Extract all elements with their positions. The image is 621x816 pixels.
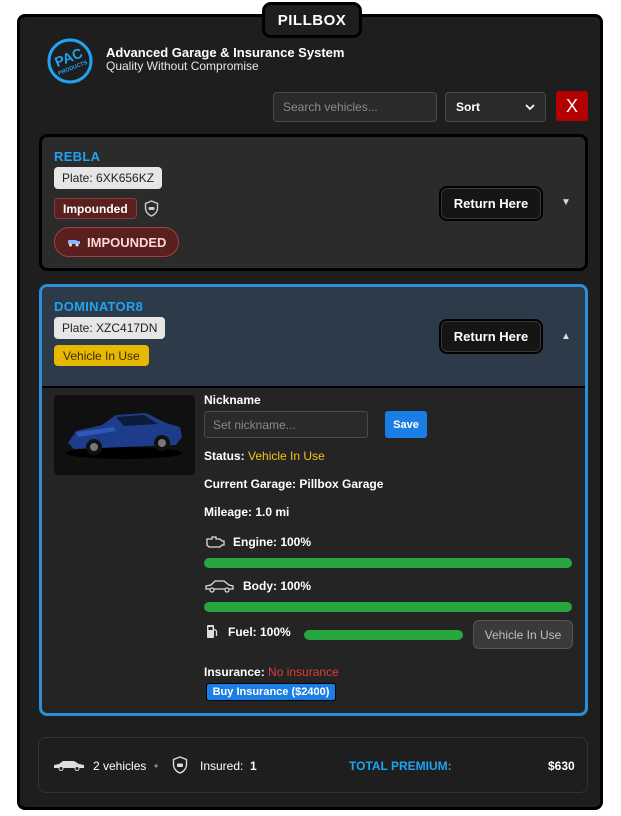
vehicle-in-use-button[interactable]: Vehicle In Use (473, 620, 573, 649)
body-text: Body: 100% (243, 579, 312, 593)
garage-title-tab: PILLBOX (262, 2, 362, 38)
body-health-bar (204, 602, 572, 612)
total-premium-label: TOTAL PREMIUM: (349, 759, 452, 773)
sort-select[interactable]: Sort (445, 92, 546, 122)
return-here-button[interactable]: Return Here (439, 186, 543, 221)
chevron-down-icon[interactable]: ▼ (561, 197, 571, 208)
vehicle-name: DOMINATOR8 (54, 299, 144, 314)
return-here-button[interactable]: Return Here (439, 319, 543, 354)
car-icon (54, 761, 84, 771)
insurance-value: No insurance (268, 665, 339, 679)
save-nickname-button[interactable]: Save (385, 411, 427, 438)
plate-badge: Plate: XZC417DN (54, 317, 166, 339)
vehicle-card-header[interactable]: DOMINATOR8 Plate: XZC417DN Vehicle In Us… (42, 287, 585, 388)
shield-icon (172, 756, 188, 774)
impounded-pill-label: IMPOUNDED (87, 234, 167, 250)
status-label: Status: (204, 449, 245, 463)
plate-badge: Plate: 6XK656KZ (54, 167, 163, 189)
sort-select-value: Sort (456, 100, 480, 114)
status-badge-impounded: Impounded (54, 198, 137, 219)
shield-icon (144, 200, 159, 217)
vehicle-count: 2 vehicles (93, 759, 147, 773)
buy-insurance-button[interactable]: Buy Insurance ($2400) (206, 683, 336, 701)
app-subtitle: Quality Without Compromise (106, 59, 259, 73)
total-premium-value: $630 (548, 759, 575, 773)
insured-count: 1 (250, 759, 257, 773)
engine-text: Engine: 100% (233, 535, 312, 549)
engine-health-bar (204, 558, 572, 568)
engine-icon (206, 536, 225, 548)
tow-truck-icon (68, 240, 80, 247)
chevron-down-icon (525, 103, 535, 110)
insurance-row: Insurance: No insurance (204, 665, 339, 679)
status-row: Status: Vehicle In Use (204, 449, 325, 463)
search-input[interactable] (273, 92, 437, 122)
insured-label: Insured: (200, 759, 244, 773)
impounded-pill: IMPOUNDED (54, 227, 180, 257)
pac-products-logo: PAC PRODUCTS (47, 38, 93, 84)
nickname-input[interactable] (204, 411, 368, 438)
car-body-icon (205, 580, 234, 593)
insurance-label: Insurance: (204, 665, 265, 679)
status-value: Vehicle In Use (248, 449, 325, 463)
vehicle-card-rebla[interactable]: REBLA Plate: 6XK656KZ Impounded IMPOUNDE… (39, 134, 588, 271)
close-button[interactable]: X (556, 91, 588, 121)
fuel-level-bar (304, 630, 463, 640)
footer-separator: • (154, 759, 159, 773)
vehicle-card-dominator8[interactable]: DOMINATOR8 Plate: XZC417DN Vehicle In Us… (39, 284, 588, 716)
mileage-text: Mileage: 1.0 mi (204, 505, 290, 519)
app-title: Advanced Garage & Insurance System (106, 45, 345, 60)
fuel-icon (207, 625, 218, 638)
vehicle-name: REBLA (54, 149, 101, 164)
summary-footer: 2 vehicles • Insured: 1 TOTAL PREMIUM: $… (38, 737, 588, 793)
status-badge-in-use: Vehicle In Use (54, 345, 149, 366)
vehicle-image (54, 395, 195, 475)
chevron-up-icon[interactable]: ▲ (561, 331, 571, 342)
nickname-label: Nickname (204, 393, 261, 407)
current-garage-text: Current Garage: Pillbox Garage (204, 477, 384, 491)
fuel-text: Fuel: 100% (228, 625, 291, 639)
